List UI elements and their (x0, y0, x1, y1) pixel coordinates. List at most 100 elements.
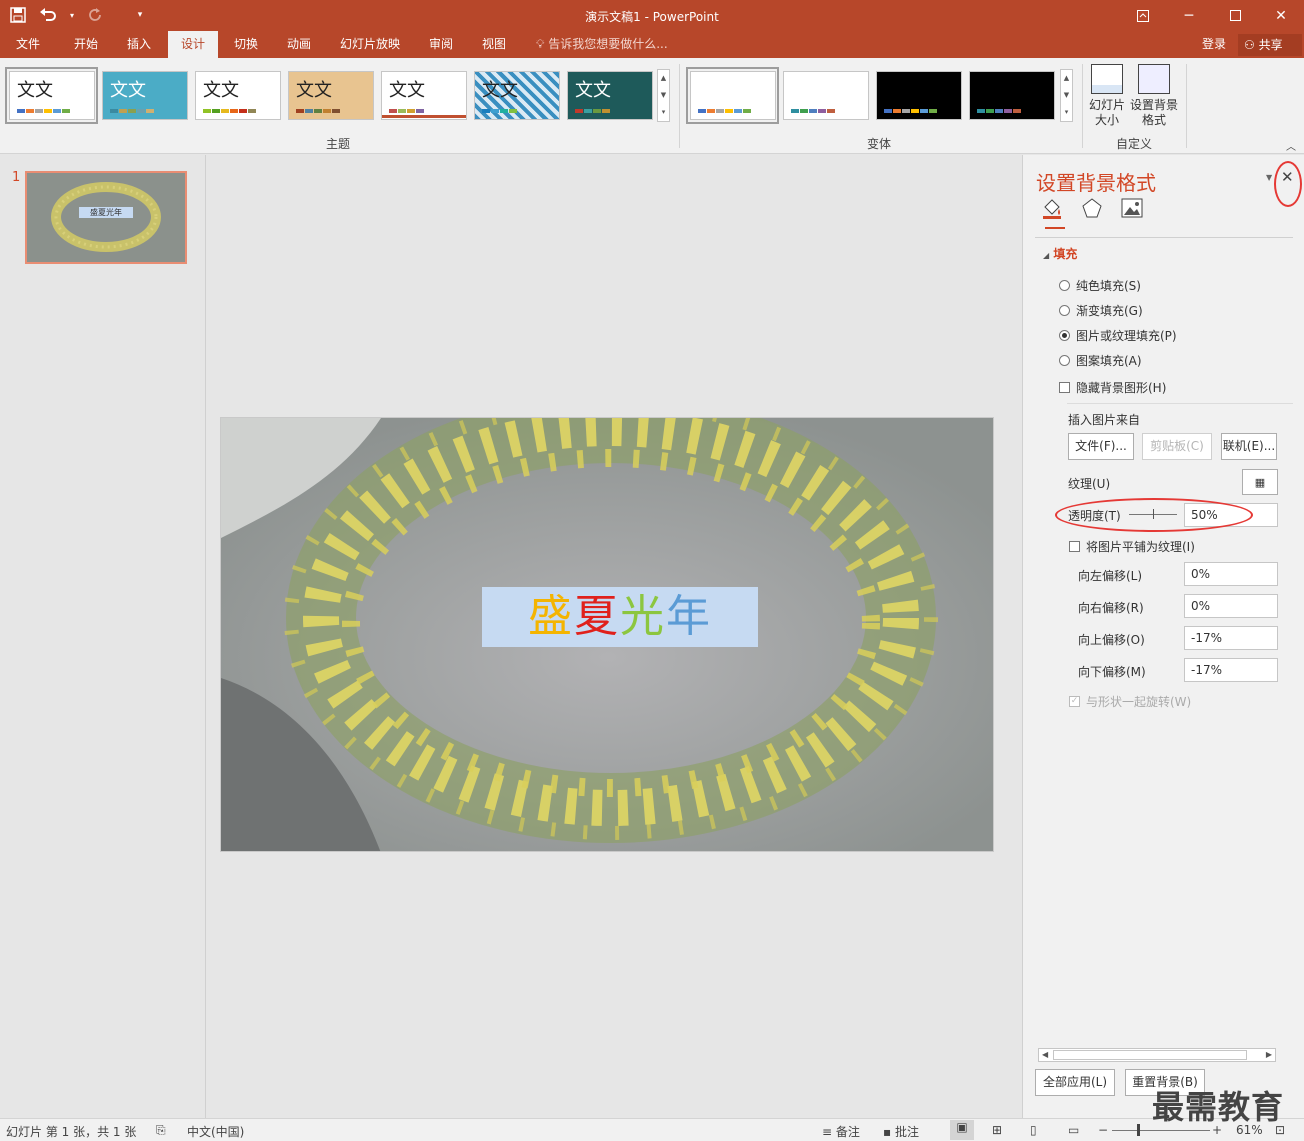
picture-icon[interactable] (1121, 197, 1143, 219)
theme-dark-teal[interactable]: 文文 (567, 71, 653, 120)
comment-icon: ▪ (883, 1125, 895, 1139)
online-button[interactable]: 联机(E)... (1221, 433, 1277, 460)
offset-top-label: 向上偏移(O) (1078, 633, 1145, 647)
watermark: 最需教育 (1152, 1088, 1285, 1126)
minimize-icon[interactable]: ─ (1166, 0, 1212, 31)
annotation-oval-transparency (1055, 498, 1253, 532)
radio-pattern-fill[interactable]: 图案填充(A) (1059, 352, 1142, 369)
offset-left-label: 向左偏移(L) (1078, 569, 1143, 583)
radio-picture-fill[interactable]: 图片或纹理填充(P) (1059, 327, 1177, 344)
tab-home[interactable]: 开始 (63, 31, 109, 58)
annotation-circle-close (1274, 161, 1302, 207)
group-separator (1082, 64, 1083, 148)
share-button[interactable]: ⚇ 共享 (1238, 34, 1302, 56)
notes-button[interactable]: ≡ 备注 (822, 1123, 860, 1140)
share-label: 共享 (1258, 38, 1283, 52)
slide-count: 幻灯片 第 1 张，共 1 张 (6, 1125, 137, 1139)
texture-dropdown[interactable]: ▦ (1242, 469, 1278, 495)
thumbnail-title: 盛夏光年 (79, 207, 133, 218)
status-bar: 幻灯片 第 1 张，共 1 张 ⎘ 中文(中国) ≡ 备注 ▪ 批注 ▣ ⊞ ▯… (0, 1118, 1304, 1141)
scroll-right-icon[interactable]: ▶ (1266, 1049, 1272, 1061)
radio-solid-fill[interactable]: 纯色填充(S) (1059, 277, 1141, 294)
tell-me-search[interactable]: 💡︎ 告诉我您想要做什么... (536, 31, 668, 58)
slide-size-button[interactable]: 幻灯片大小 (1087, 64, 1127, 128)
window-controls: ─ ✕ (1120, 0, 1304, 31)
variant-4[interactable] (969, 71, 1055, 120)
title-char-2: 夏 (574, 591, 620, 642)
slides-pane: 1 盛夏光年 (0, 155, 206, 1118)
format-background-button[interactable]: 设置背景格式 (1128, 64, 1180, 128)
collapse-ribbon-icon[interactable]: ︿ (1286, 138, 1296, 153)
notes-icon: ≡ (822, 1125, 836, 1139)
theme-parchment[interactable]: 文文 (288, 71, 374, 120)
theme-ion[interactable]: 文文 (381, 71, 467, 120)
theme-gallery-scroll[interactable]: ▲ ▼ ▾ (657, 69, 670, 122)
ribbon-display-icon[interactable] (1120, 0, 1166, 31)
slide-sorter-icon[interactable]: ⊞ (992, 1123, 1002, 1137)
normal-view-icon[interactable]: ▣ (950, 1120, 974, 1140)
theme-facet[interactable]: 文文 (195, 71, 281, 120)
format-background-icon (1138, 64, 1170, 94)
scroll-left-icon[interactable]: ◀ (1042, 1049, 1048, 1061)
scroll-thumb[interactable] (1053, 1050, 1247, 1060)
tab-animations[interactable]: 动画 (276, 31, 322, 58)
zoom-out-icon[interactable]: − (1098, 1123, 1108, 1137)
title-char-3: 光 (620, 591, 666, 642)
clipboard-button: 剪贴板(C) (1142, 433, 1212, 460)
group-separator (679, 64, 680, 148)
section-divider (1067, 403, 1293, 404)
tile-texture-checkbox[interactable]: 将图片平铺为纹理(I) (1069, 538, 1195, 555)
fill-bucket-icon[interactable] (1041, 197, 1063, 219)
ribbon-tab-bar: 文件 开始 插入 设计 切换 动画 幻灯片放映 审阅 视图 💡︎ 告诉我您想要做… (0, 31, 1304, 58)
login-link[interactable]: 登录 (1202, 31, 1226, 58)
language-indicator[interactable]: 中文(中国) (187, 1123, 244, 1140)
slide-thumbnail[interactable]: 盛夏光年 (25, 171, 187, 264)
slide-size-icon (1091, 64, 1123, 94)
title-bar: ▾ ▾ 演示文稿1 - PowerPoint ─ ✕ (0, 0, 1304, 31)
tab-transitions[interactable]: 切换 (223, 31, 269, 58)
variant-3[interactable] (876, 71, 962, 120)
maximize-icon[interactable] (1212, 0, 1258, 31)
pane-options-icon[interactable]: ▼ (1266, 173, 1272, 182)
tab-slideshow[interactable]: 幻灯片放映 (334, 31, 406, 58)
spell-check-icon[interactable]: ⎘ (156, 1123, 166, 1138)
offset-left-input[interactable]: 0% (1184, 562, 1278, 586)
reading-view-icon[interactable]: ▯ (1030, 1123, 1037, 1137)
rotate-with-shape-checkbox: ✓ 与形状一起旋转(W) (1069, 695, 1192, 709)
active-category-indicator (1045, 227, 1065, 229)
theme-office[interactable]: 文文 (9, 71, 95, 120)
slide-title-box[interactable]: 盛夏光年 (482, 587, 758, 647)
pentagon-effects-icon[interactable] (1081, 197, 1103, 219)
ribbon-design: 文文 文文 文文 文文 文文 文文 文文 ▲ ▼ ▾ 主题 ▲ ▼ ▾ 变体 幻… (0, 58, 1304, 154)
hide-bg-graphics-checkbox[interactable]: 隐藏背景图形(H) (1059, 379, 1166, 396)
variant-gallery-scroll[interactable]: ▲ ▼ ▾ (1060, 69, 1073, 122)
comments-button[interactable]: ▪ 批注 (883, 1123, 919, 1140)
radio-gradient-fill[interactable]: 渐变填充(G) (1059, 302, 1143, 319)
variant-2[interactable] (783, 71, 869, 120)
tab-review[interactable]: 审阅 (418, 31, 464, 58)
theme-teal[interactable]: 文文 (102, 71, 188, 120)
title-char-4: 年 (666, 591, 712, 642)
zoom-slider[interactable] (1112, 1130, 1210, 1131)
tab-file[interactable]: 文件 (5, 31, 51, 58)
close-window-icon[interactable]: ✕ (1258, 0, 1304, 31)
variant-1[interactable] (690, 71, 776, 120)
tab-view[interactable]: 视图 (471, 31, 517, 58)
offset-right-input[interactable]: 0% (1184, 594, 1278, 618)
pane-horizontal-scrollbar[interactable]: ◀ ▶ (1038, 1048, 1276, 1062)
zoom-slider-thumb[interactable] (1137, 1124, 1140, 1136)
slideshow-icon[interactable]: ▭ (1068, 1123, 1079, 1137)
group-label-themes: 主题 (326, 137, 351, 151)
offset-right-label: 向右偏移(R) (1078, 601, 1144, 615)
lightbulb-icon: 💡︎ (536, 37, 545, 51)
offset-top-input[interactable]: -17% (1184, 626, 1278, 650)
fill-section-header[interactable]: ◢ 填充 (1043, 245, 1077, 262)
tab-design[interactable]: 设计 (168, 31, 218, 58)
collapse-triangle-icon: ◢ (1043, 251, 1050, 260)
apply-to-all-button[interactable]: 全部应用(L) (1035, 1069, 1115, 1096)
offset-bottom-input[interactable]: -17% (1184, 658, 1278, 682)
slide-canvas[interactable]: 盛夏光年 (220, 417, 994, 852)
tab-insert[interactable]: 插入 (116, 31, 162, 58)
theme-pattern[interactable]: 文文 (474, 71, 560, 120)
file-button[interactable]: 文件(F)... (1068, 433, 1134, 460)
